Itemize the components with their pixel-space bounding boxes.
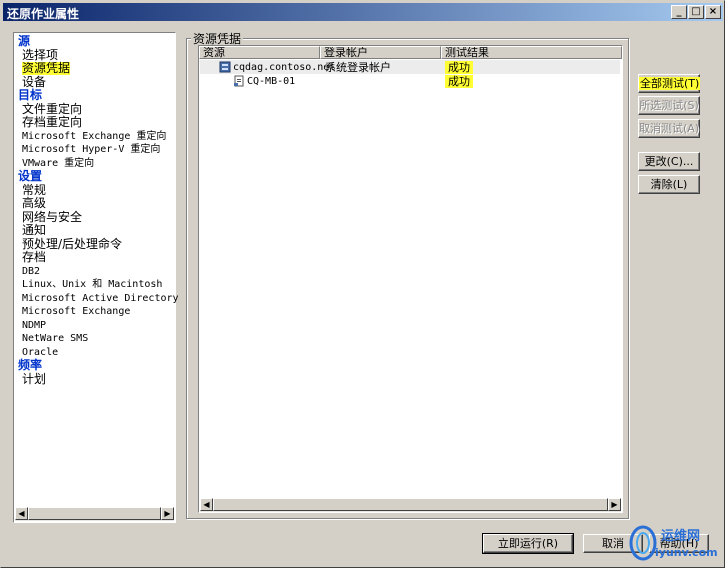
nav-item[interactable]: 选择项	[22, 48, 58, 62]
nav-item[interactable]: DB2	[22, 265, 40, 278]
nav-item[interactable]: Microsoft Exchange	[22, 305, 130, 318]
list-row-account: 系统登录帐户	[325, 61, 391, 74]
watermark-text: 运维网	[661, 529, 701, 544]
nav-item[interactable]: Oracle	[22, 346, 58, 359]
navigation-panel: 源选择项 资源凭据 设备 目标 文件重定向 存档重定向 Microsoft Exchange…	[13, 32, 179, 523]
test-result-success: 成功	[445, 61, 473, 74]
nav-item[interactable]: Microsoft Hyper-V 重定向	[22, 143, 160, 156]
nav-item[interactable]: 资源凭据	[22, 62, 71, 75]
resource-list[interactable]: 资源 登录帐户 测试结果 cqdag.contoso.net 系统登录帐户 成功…	[198, 45, 623, 513]
column-header-resource[interactable]: 资源	[199, 46, 320, 59]
test-result-success: 成功	[445, 75, 473, 88]
close-button[interactable]: ×	[705, 5, 721, 19]
list-horizontal-scrollbar[interactable]: ◀ ▶	[200, 498, 621, 512]
server-icon	[219, 61, 231, 73]
nav-item[interactable]: VMware 重定向	[22, 157, 94, 170]
cancel-test-button[interactable]: 取消测试(A)	[638, 119, 700, 138]
nav-item[interactable]: 高级	[22, 197, 46, 210]
nav-item[interactable]: 设备	[22, 75, 46, 89]
scroll-left-arrow-icon[interactable]: ◀	[200, 498, 213, 511]
change-button[interactable]: 更改(C)...	[638, 152, 700, 171]
nav-section-header: 频率	[18, 358, 43, 372]
nav-item[interactable]: Microsoft Exchange 重定向	[22, 130, 166, 143]
scroll-thumb[interactable]	[28, 507, 161, 520]
list-row-resource[interactable]: CQ-MB-01	[247, 75, 295, 88]
document-icon	[233, 75, 245, 87]
nav-item[interactable]: 预处理/后处理命令	[22, 237, 122, 251]
nav-section-header: 设置	[18, 169, 43, 183]
minimize-button[interactable]: _	[671, 5, 687, 19]
nav-item[interactable]: 存档	[22, 251, 46, 264]
dialog-window: 还原作业属性 _ □ × 源选择项 资源凭据 设备 目标 文件重定向 存档重定向 Micro…	[0, 0, 725, 568]
scroll-left-arrow-icon[interactable]: ◀	[15, 507, 28, 520]
nav-item[interactable]: NetWare SMS	[22, 332, 88, 345]
scroll-right-arrow-icon[interactable]: ▶	[161, 507, 174, 520]
window-title: 还原作业属性	[7, 7, 80, 21]
nav-item[interactable]: 存档重定向	[22, 116, 82, 129]
run-now-button[interactable]: 立即运行(R)	[482, 533, 574, 554]
nav-horizontal-scrollbar[interactable]: ◀ ▶	[15, 507, 174, 521]
nav-item[interactable]: 常规	[22, 183, 46, 197]
test-all-label: 全部测试(T)	[639, 77, 701, 90]
maximize-button[interactable]: □	[688, 5, 704, 19]
watermark-url: iyunv.com	[655, 546, 718, 559]
nav-item[interactable]: NDMP	[22, 319, 46, 332]
nav-section-header: 目标	[18, 88, 43, 102]
nav-item[interactable]: 网络与安全	[22, 210, 82, 224]
clear-button[interactable]: 清除(L)	[638, 175, 700, 194]
scroll-right-arrow-icon[interactable]: ▶	[608, 498, 621, 511]
title-bar[interactable]: 还原作业属性 _ □ ×	[3, 3, 723, 21]
column-header-account[interactable]: 登录帐户	[320, 46, 441, 59]
nav-item[interactable]: Linux、Unix 和 Macintosh	[22, 278, 162, 291]
nav-item[interactable]: Microsoft Active Directory	[22, 292, 179, 305]
list-row-resource[interactable]: cqdag.contoso.net	[233, 61, 335, 74]
watermark-logo: 运维网 iyunv.com	[629, 521, 725, 569]
nav-section-header: 源	[18, 34, 31, 48]
test-selected-button[interactable]: 所选测试(S)	[638, 96, 700, 115]
nav-item[interactable]: 文件重定向	[22, 102, 82, 116]
nav-item[interactable]: 计划	[22, 372, 46, 386]
column-header-result[interactable]: 测试结果	[441, 46, 622, 59]
nav-item[interactable]: 通知	[22, 224, 46, 237]
test-all-button[interactable]: 全部测试(T)	[638, 74, 701, 93]
scroll-thumb[interactable]	[213, 498, 608, 511]
